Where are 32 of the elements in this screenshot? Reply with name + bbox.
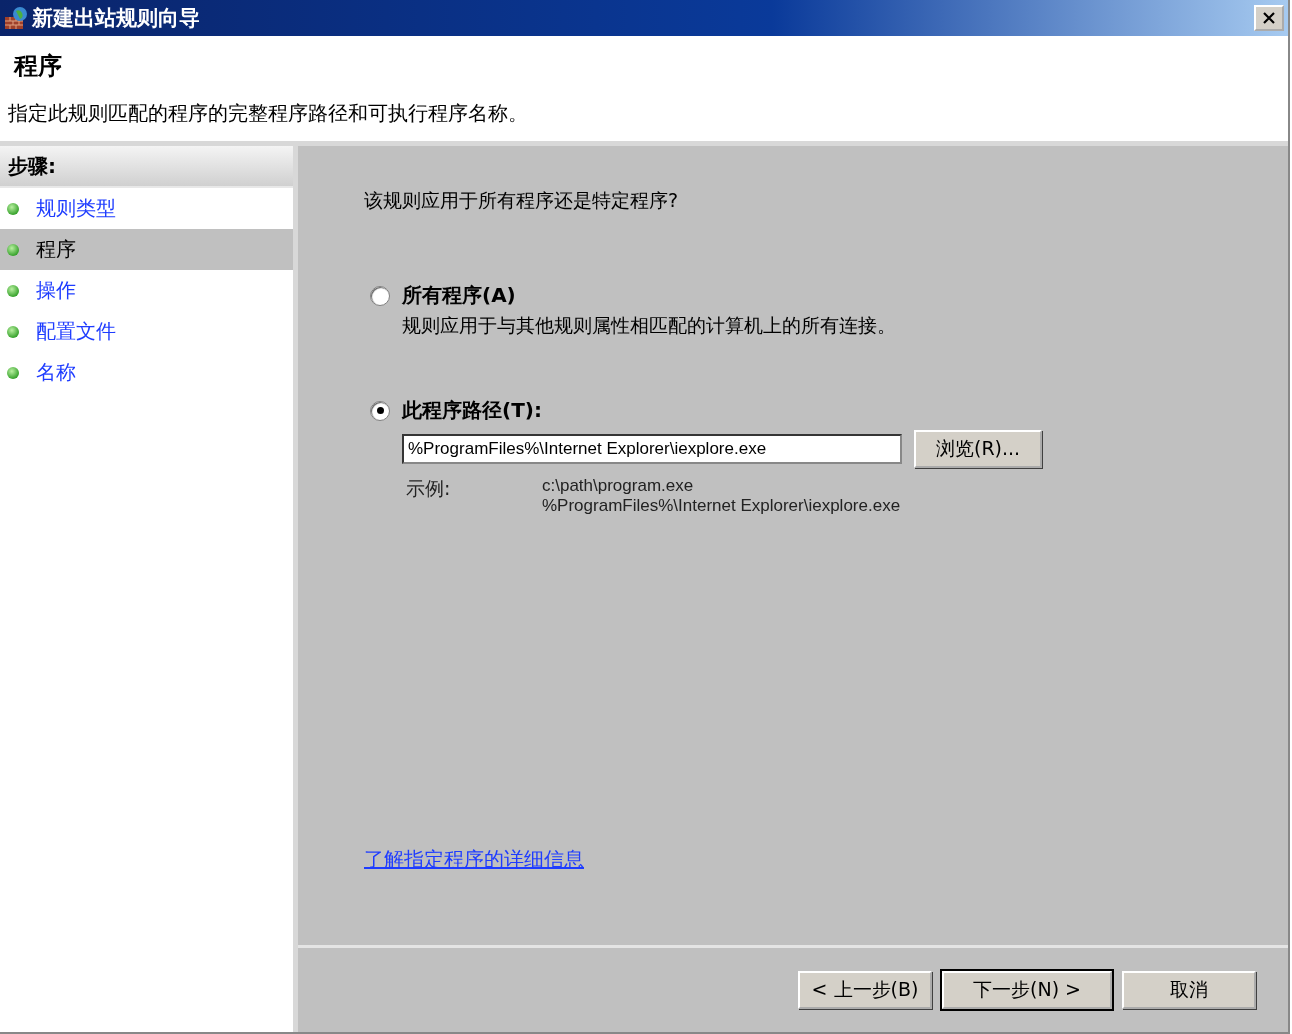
question-text: 该规则应用于所有程序还是特定程序? (364, 188, 680, 213)
help-link[interactable]: 了解指定程序的详细信息 (364, 846, 584, 873)
wizard-button[interactable]: 取消 (1122, 971, 1256, 1009)
browse-button[interactable]: 浏览(R)... (914, 430, 1043, 468)
window-title: 新建出站规则向导 (32, 5, 201, 32)
wizard-button[interactable]: 下一步(N) > (942, 971, 1112, 1009)
page-description: 指定此规则匹配的程序的完整程序路径和可执行程序名称。 (8, 100, 529, 127)
step-item[interactable]: 名称 (0, 352, 293, 393)
radio-button[interactable] (370, 400, 390, 421)
path-input-field[interactable]: %ProgramFiles%\Internet Explorer\iexplore.exe (402, 434, 902, 464)
status-dot-icon (6, 283, 20, 298)
step-item[interactable]: 操作 (0, 270, 293, 311)
status-dot-icon (6, 201, 20, 216)
status-dot-icon (6, 365, 20, 380)
step-item[interactable]: 程序 (0, 229, 293, 270)
close-icon (1261, 11, 1277, 25)
wizard-button[interactable]: < 上一步(B) (798, 971, 932, 1009)
page-title: 程序 (12, 51, 63, 82)
firewall-icon (4, 6, 28, 30)
steps-heading: 步骤: (0, 146, 293, 188)
option-description: 规则应用于与其他规则属性相匹配的计算机上的所有连接。 (402, 313, 897, 338)
step-item[interactable]: 配置文件 (0, 311, 293, 352)
example-label: 示例: (406, 476, 452, 501)
option-label[interactable]: 所有程序(A) (402, 282, 516, 309)
status-dot-icon (6, 324, 20, 339)
radio-button[interactable] (370, 285, 390, 306)
option-label[interactable]: 此程序路径(T): (402, 397, 542, 424)
close-button[interactable] (1254, 5, 1284, 31)
example-path: %ProgramFiles%\Internet Explorer\iexplore.exe (542, 496, 901, 516)
step-item[interactable]: 规则类型 (0, 188, 293, 229)
status-dot-icon (6, 242, 20, 257)
example-path: c:\path\program.exe (542, 476, 695, 496)
